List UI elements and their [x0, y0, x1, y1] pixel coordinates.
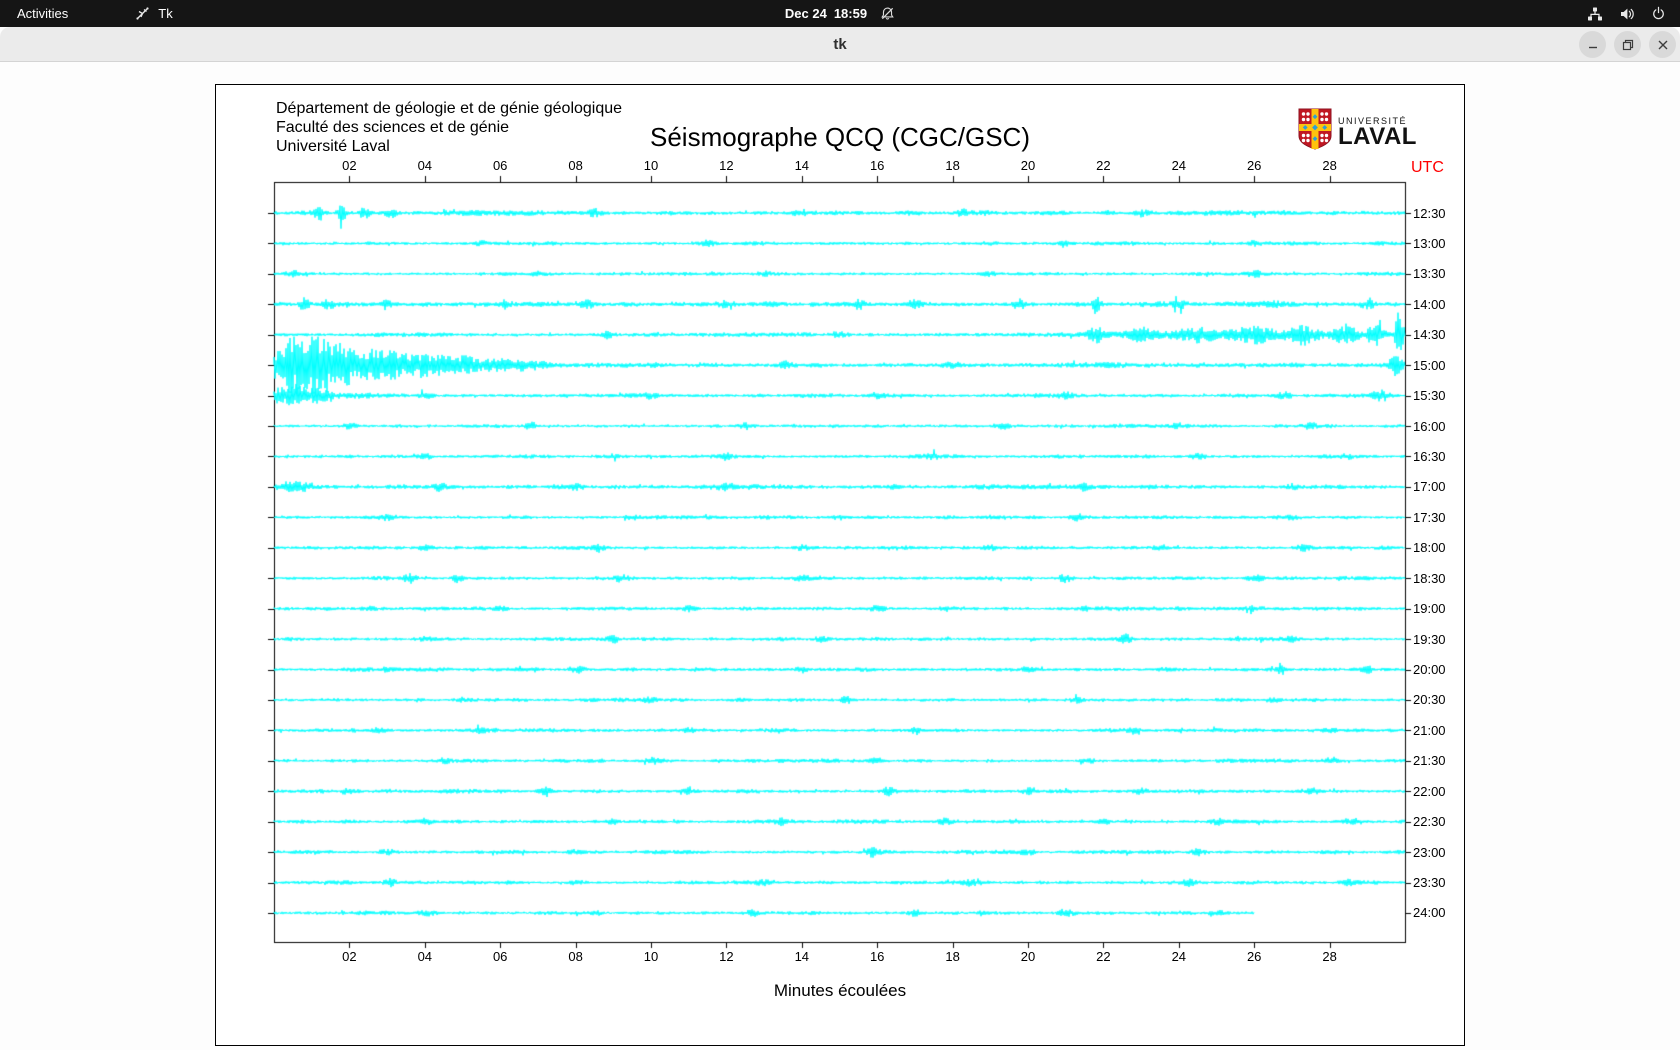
x-tick-label-bottom: 02: [342, 949, 357, 964]
clock-menu[interactable]: Dec 24 18:59: [0, 0, 1680, 27]
x-tick-label-bottom: 08: [568, 949, 583, 964]
seismogram-canvas: [216, 85, 1464, 1045]
utc-time-label: 19:30: [1413, 631, 1446, 647]
gnome-top-bar: Activities Tk Dec 24 18:59: [0, 0, 1680, 27]
topbar-time: 18:59: [833, 6, 868, 21]
x-tick-label-bottom: 14: [794, 949, 810, 964]
utc-time-label: 18:30: [1413, 570, 1446, 586]
x-tick-label-bottom: 22: [1096, 949, 1111, 964]
utc-time-label: 20:30: [1413, 692, 1446, 708]
minimize-button[interactable]: [1579, 31, 1606, 58]
utc-time-label: 13:30: [1413, 266, 1446, 282]
utc-time-label: 19:00: [1413, 601, 1446, 617]
x-tick-label-bottom: 20: [1020, 949, 1036, 964]
x-tick-label-top: 14: [794, 158, 810, 173]
utc-time-label: 13:00: [1413, 235, 1446, 251]
utc-time-label: 14:30: [1413, 327, 1446, 343]
close-button[interactable]: [1649, 31, 1676, 58]
utc-time-label: 15:30: [1413, 388, 1446, 404]
utc-time-label: 23:30: [1413, 875, 1446, 891]
bell-muted-icon: [880, 6, 895, 21]
window-title: tk: [833, 36, 847, 53]
utc-time-label: 23:00: [1413, 844, 1446, 860]
wired-network-icon: [1587, 6, 1603, 22]
x-tick-label-bottom: 18: [945, 949, 960, 964]
utc-time-label: 21:00: [1413, 722, 1446, 738]
x-tick-label-top: 12: [719, 158, 734, 173]
desktop: Activities Tk Dec 24 18:59 tk 02 02 04 0…: [0, 0, 1680, 1050]
utc-time-label: 12:30: [1413, 205, 1446, 221]
system-status-menu[interactable]: [1587, 0, 1680, 27]
window-content: Département de géologie et de génie géol…: [0, 62, 1680, 1050]
x-tick-label-top: 04: [417, 158, 433, 173]
utc-time-label: 14:00: [1413, 296, 1446, 312]
x-tick-label-top: 22: [1096, 158, 1111, 173]
x-tick-label-top: 10: [643, 158, 659, 173]
x-tick-label-bottom: 26: [1246, 949, 1262, 964]
window-titlebar[interactable]: tk: [0, 27, 1680, 62]
utc-time-label: 22:30: [1413, 814, 1446, 830]
utc-time-label: 17:30: [1413, 509, 1446, 525]
utc-time-label: 21:30: [1413, 753, 1446, 769]
x-tick-label-bottom: 12: [719, 949, 734, 964]
x-tick-label-bottom: 06: [492, 949, 508, 964]
x-tick-label-top: 08: [568, 158, 583, 173]
seismograph-panel: Département de géologie et de génie géol…: [215, 84, 1465, 1046]
x-tick-label-bottom: 28: [1322, 949, 1337, 964]
x-tick-label-top: 18: [945, 158, 960, 173]
x-tick-label-top: 26: [1246, 158, 1262, 173]
utc-time-label: 17:00: [1413, 479, 1446, 495]
utc-time-label: 22:00: [1413, 783, 1446, 799]
x-axis-title: Minutes écoulées: [773, 981, 907, 1000]
x-tick-label-top: 02: [342, 158, 357, 173]
x-tick-label-bottom: 04: [417, 949, 433, 964]
x-tick-label-top: 16: [869, 158, 885, 173]
x-tick-label-bottom: 16: [869, 949, 885, 964]
x-tick-label-top: 06: [492, 158, 508, 173]
utc-time-label: 16:30: [1413, 448, 1446, 464]
volume-icon: [1619, 6, 1635, 22]
utc-time-label: 20:00: [1413, 662, 1446, 677]
x-tick-label-top: 24: [1171, 158, 1187, 173]
maximize-button[interactable]: [1614, 31, 1641, 58]
utc-time-label: 18:00: [1413, 540, 1446, 556]
utc-time-label: 15:00: [1413, 357, 1446, 373]
utc-time-label: 16:00: [1413, 418, 1446, 434]
x-tick-label-bottom: 24: [1171, 949, 1187, 964]
power-icon: [1651, 6, 1666, 21]
x-tick-label-bottom: 10: [643, 949, 659, 964]
utc-time-label: 24:00: [1413, 905, 1446, 921]
topbar-date: Dec 24: [784, 6, 827, 21]
x-tick-label-top: 28: [1322, 158, 1337, 173]
x-tick-label-top: 20: [1020, 158, 1036, 173]
